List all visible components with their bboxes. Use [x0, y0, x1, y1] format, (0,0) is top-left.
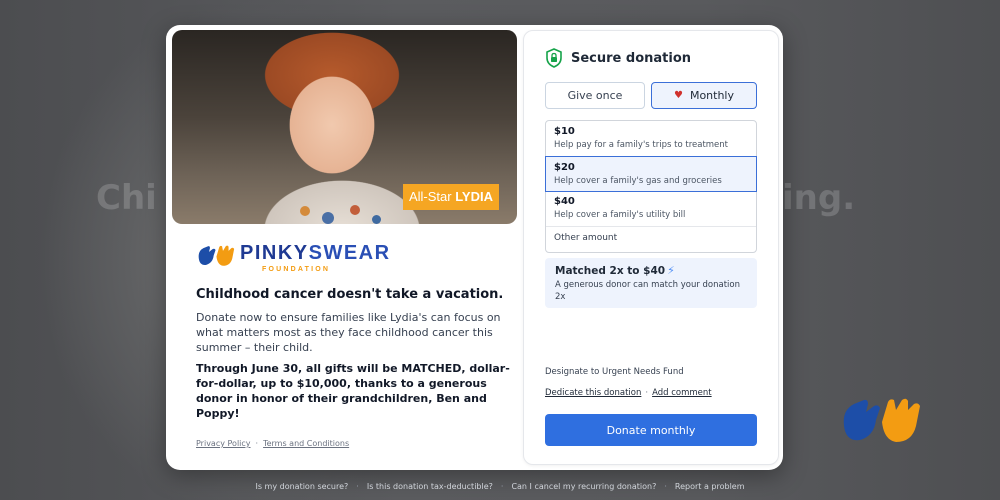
match-subtitle: A generous donor can match your donation…	[555, 280, 741, 302]
terms-link[interactable]: Terms and Conditions	[263, 439, 349, 448]
footer-separator: ·	[664, 482, 667, 491]
other-amount-option[interactable]: Other amount	[546, 227, 756, 252]
pinky-swear-hands-icon	[198, 245, 235, 266]
donation-form: Secure donation Give once ♥ Monthly $10 H…	[523, 30, 779, 465]
legal-separator: ·	[255, 439, 259, 448]
tag-name: LYDIA	[455, 189, 493, 204]
donation-modal: All-Star LYDIA PINKYSWEAR FOUNDATION Chi…	[166, 25, 783, 470]
designate-fund: Designate to Urgent Needs Fund	[545, 367, 684, 377]
legal-links: Privacy Policy · Terms and Conditions	[196, 439, 349, 448]
secure-donation-title: Secure donation	[571, 50, 692, 66]
pinky-swear-logo-icon	[843, 398, 920, 442]
footer-separator: ·	[500, 482, 504, 491]
brand-name-pinky: PINKY	[240, 242, 309, 264]
brand-name: PINKYSWEAR	[240, 242, 391, 265]
amount-value: $40	[554, 196, 575, 207]
footer-links: Is my donation secure? · Is this donation …	[0, 482, 1000, 491]
tag-prefix: All-Star	[408, 189, 452, 204]
donation-options-links: Dedicate this donation · Add comment	[545, 388, 712, 398]
dedicate-donation-link[interactable]: Dedicate this donation	[545, 388, 641, 398]
donate-monthly-button[interactable]: Donate monthly	[545, 414, 757, 446]
match-title: Matched 2x to $40	[555, 265, 666, 277]
shield-lock-icon	[546, 48, 562, 68]
footer-link-secure[interactable]: Is my donation secure?	[255, 482, 348, 491]
footer-separator: ·	[356, 482, 359, 491]
campaign-panel: All-Star LYDIA PINKYSWEAR FOUNDATION Chi…	[172, 30, 517, 465]
amount-option-10[interactable]: $10 Help pay for a family's trips to tre…	[546, 121, 756, 157]
match-title-row: Matched 2x to $40 ⚡	[555, 264, 747, 277]
amount-description: Help pay for a family's trips to treatme…	[554, 140, 729, 150]
match-notice: Through June 30, all gifts will be MATCH…	[196, 362, 510, 420]
campaign-headline: Childhood cancer doesn't take a vacation…	[196, 287, 504, 302]
campaign-photo: All-Star LYDIA	[172, 30, 517, 224]
brand-logo: PINKYSWEAR FOUNDATION	[196, 238, 426, 278]
secure-header: Secure donation	[545, 48, 691, 68]
all-star-tag: All-Star LYDIA	[402, 184, 499, 210]
add-comment-link[interactable]: Add comment	[652, 388, 712, 398]
amount-option-40[interactable]: $40 Help cover a family's utility bill	[546, 191, 756, 227]
amount-value: $20	[554, 162, 575, 173]
brand-name-swear: SWEAR	[308, 242, 391, 264]
frequency-toggle: Give once ♥ Monthly	[545, 82, 757, 109]
other-amount-label: Other amount	[554, 233, 618, 243]
amount-value: $10	[554, 126, 575, 137]
background-text-left: Chi	[96, 178, 157, 218]
match-banner: Matched 2x to $40 ⚡ A generous donor can …	[545, 258, 757, 308]
give-once-button[interactable]: Give once	[545, 82, 645, 109]
privacy-policy-link[interactable]: Privacy Policy	[196, 439, 251, 448]
amount-description: Help cover a family's gas and groceries	[554, 176, 722, 186]
lightning-bolt-icon: ⚡	[667, 264, 675, 277]
monthly-label: Monthly	[689, 89, 734, 102]
amount-option-20[interactable]: $20 Help cover a family's gas and grocer…	[545, 156, 757, 192]
give-once-label: Give once	[567, 89, 623, 102]
amount-options: $10 Help pay for a family's trips to tre…	[545, 120, 757, 253]
amount-description: Help cover a family's utility bill	[554, 210, 686, 220]
monthly-button[interactable]: ♥ Monthly	[651, 82, 757, 109]
brand-subtitle: FOUNDATION	[262, 266, 331, 273]
heart-icon: ♥	[673, 90, 683, 101]
footer-link-report[interactable]: Report a problem	[675, 482, 745, 491]
footer-link-tax[interactable]: Is this donation tax-deductible?	[367, 482, 493, 491]
campaign-description: Donate now to ensure families like Lydia…	[196, 311, 501, 354]
link-separator: ·	[645, 388, 649, 398]
footer-link-cancel[interactable]: Can I cancel my recurring donation?	[511, 482, 656, 491]
background-text-right: ing.	[782, 178, 856, 218]
